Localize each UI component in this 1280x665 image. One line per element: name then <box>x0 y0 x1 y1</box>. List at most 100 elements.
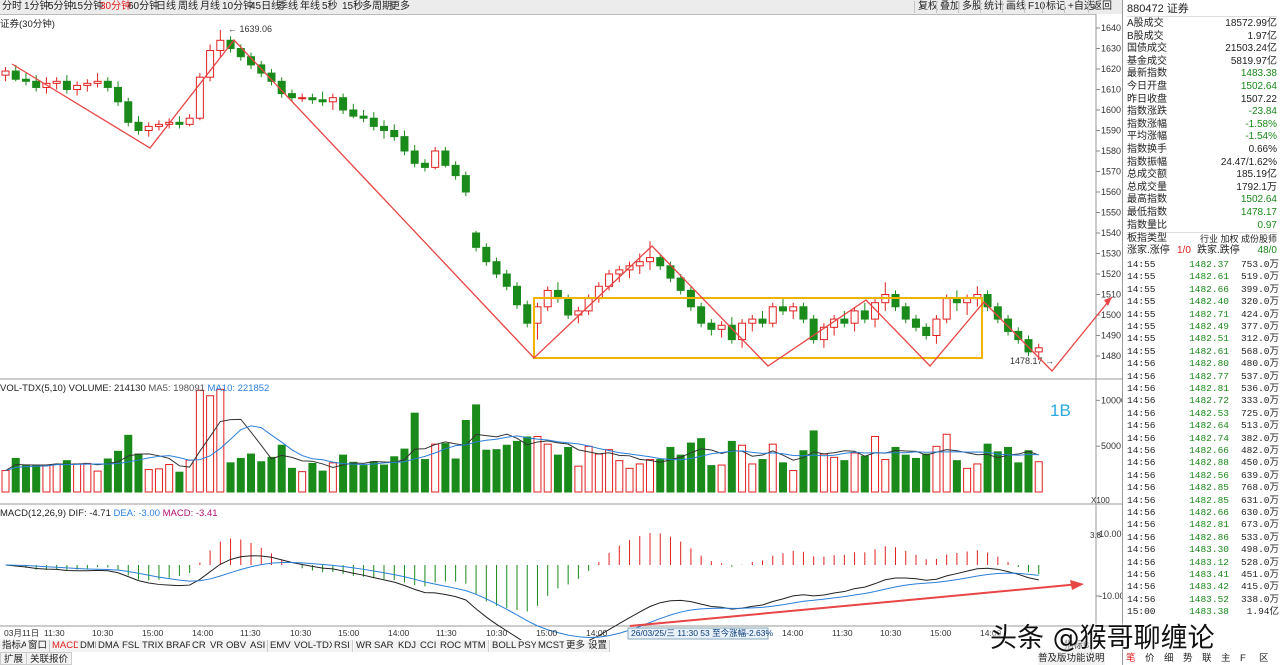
candle-body <box>523 304 532 324</box>
volume-bar <box>1004 446 1013 493</box>
period-tab[interactable]: 多周期 <box>362 1 392 13</box>
tick-price: 1483.12 <box>1189 556 1229 568</box>
period-tab[interactable]: 30分钟 <box>100 1 131 13</box>
volume-bar <box>298 471 307 493</box>
volume-bar <box>359 465 368 493</box>
status-key-button[interactable]: 区 <box>1259 652 1269 665</box>
indicator-tab[interactable]: CCI <box>418 640 440 652</box>
price-tick-label: 1620 <box>1101 64 1121 74</box>
indicator-tab[interactable]: EMV <box>268 640 294 652</box>
volume-bar <box>154 468 163 493</box>
tick-price: 1482.64 <box>1189 420 1229 432</box>
tick-time: 14:55 <box>1127 259 1156 270</box>
volume-bar <box>236 457 245 493</box>
indicator-tab[interactable]: 窗口 <box>26 640 51 652</box>
stat-label: 最新指数 <box>1127 68 1167 80</box>
period-tab[interactable]: 1分钟 <box>24 1 50 13</box>
tick-volume: 528.0万 <box>1240 556 1279 568</box>
period-tab[interactable]: 45日线 <box>250 1 281 13</box>
tick-time: 14:56 <box>1127 383 1156 394</box>
indicator-tab[interactable]: MTM <box>462 640 489 652</box>
tick-price: 1482.66 <box>1189 445 1229 456</box>
indicator-tab[interactable]: CR <box>190 640 209 652</box>
tick-price: 1482.77 <box>1189 370 1229 382</box>
candle-body <box>461 175 470 193</box>
low-label: 1478.17 → <box>1010 356 1054 366</box>
tick-price: 1483.30 <box>1189 544 1229 556</box>
indicator-tab[interactable]: OBV <box>224 640 250 652</box>
indicator-tab[interactable]: DMA <box>96 640 123 652</box>
toolbar-button[interactable]: 复权 <box>914 1 938 13</box>
tick-price: 1482.66 <box>1189 283 1229 295</box>
volume-bar <box>574 465 583 493</box>
updown-row: 涨家.涨停 1/0 跌家.跌停 48/0 <box>1127 245 1277 258</box>
indicator-tab[interactable]: BOLL <box>490 640 520 652</box>
related-quote-button[interactable]: 关联报价 <box>26 652 73 665</box>
indicator-tab[interactable]: TRIX <box>140 640 167 652</box>
kline-chart[interactable]: 1640 1630 1620 1610 1600 1590 1580 1570 1560 1550… <box>0 14 1122 650</box>
period-tab[interactable]: 15分钟 <box>72 1 103 13</box>
candle-body <box>758 318 767 324</box>
stat-row: 指数涨跌 -23.84 <box>1127 106 1277 119</box>
period-tab[interactable]: 15秒 <box>342 1 363 13</box>
period-tab[interactable]: 5秒 <box>322 1 338 13</box>
toolbar-button[interactable]: 画线 <box>1002 1 1026 13</box>
indicator-tab[interactable]: RSI <box>332 640 353 652</box>
period-tab[interactable]: 60分钟 <box>128 1 159 13</box>
tick-volume: 498.0万 <box>1240 544 1279 556</box>
period-tab[interactable]: 日线 <box>156 1 176 13</box>
indicator-tab[interactable]: 更多 <box>564 640 589 652</box>
stat-value: 24.47/1.62% <box>1220 156 1277 168</box>
toolbar-button[interactable]: 多股 <box>958 1 982 13</box>
volume-bar <box>185 459 194 493</box>
stat-label: 总成交额 <box>1127 169 1167 181</box>
toolbar-button[interactable]: 返回 <box>1088 1 1112 13</box>
volume-bar <box>165 464 174 493</box>
stat-value: 1483.38 <box>1240 68 1277 80</box>
stat-row: 最高指数 1502.64 <box>1127 194 1277 207</box>
period-tab[interactable]: 分时 <box>2 1 22 13</box>
tick-time: 14:56 <box>1127 457 1156 469</box>
status-key-button[interactable]: 主 <box>1221 652 1231 665</box>
candle-body <box>369 117 378 127</box>
divergence-arrow-head <box>1070 580 1084 590</box>
toolbar-button[interactable]: 叠加 <box>936 1 960 13</box>
volume-bar <box>226 462 235 493</box>
candle-body <box>564 298 573 316</box>
indicator-tab[interactable]: KDJ <box>396 640 419 652</box>
indicator-tab[interactable]: SAR <box>372 640 397 652</box>
indicator-tab[interactable]: 设置 <box>586 640 611 652</box>
period-tab[interactable]: 季线 <box>278 1 298 13</box>
indicator-tab[interactable]: ROC <box>438 640 465 652</box>
indicator-tab[interactable]: ASI <box>248 640 269 652</box>
macd-tick-label: -10.00 <box>1099 591 1122 601</box>
tick-volume: 537.0万 <box>1240 370 1279 382</box>
candle-body <box>83 82 92 86</box>
period-tab[interactable]: 月线 <box>200 1 220 13</box>
volume-bar <box>1024 450 1033 493</box>
price-tick-label: 1560 <box>1101 187 1121 197</box>
candle-body <box>328 97 337 103</box>
price-tick-label: 1610 <box>1101 85 1121 95</box>
tick-time: 14:56 <box>1127 531 1156 543</box>
volume-bar <box>144 468 153 493</box>
tick-volume: 631.0万 <box>1240 494 1279 506</box>
stat-row: 指数涨幅 -1.58% <box>1127 119 1277 132</box>
volume-bar <box>564 446 573 493</box>
period-tab[interactable]: 年线 <box>300 1 320 13</box>
period-tab[interactable]: 周线 <box>178 1 198 13</box>
toolbar-button[interactable]: 标记 <box>1042 1 1066 13</box>
toolbar-button[interactable]: 统计 <box>980 1 1004 13</box>
period-tab[interactable]: 5分钟 <box>48 1 74 13</box>
period-tab[interactable]: 更多 <box>390 1 410 13</box>
macd-tag: 3.8 <box>1090 531 1102 540</box>
status-key-button[interactable]: F <box>1240 652 1246 665</box>
volume-bar <box>533 435 542 493</box>
quote-panel: 880472 证券 A股成交 18572.99亿 B股成交 1.97亿 国债成交 21503… <box>1122 0 1280 665</box>
candle-body <box>114 86 123 103</box>
period-tab[interactable]: 10分钟 <box>222 1 253 13</box>
volume-bar <box>441 443 450 493</box>
expand-button[interactable]: 扩展 <box>0 652 28 665</box>
time-label: 10:30 <box>92 628 114 638</box>
updown-label: 涨家.涨停 <box>1127 245 1170 256</box>
